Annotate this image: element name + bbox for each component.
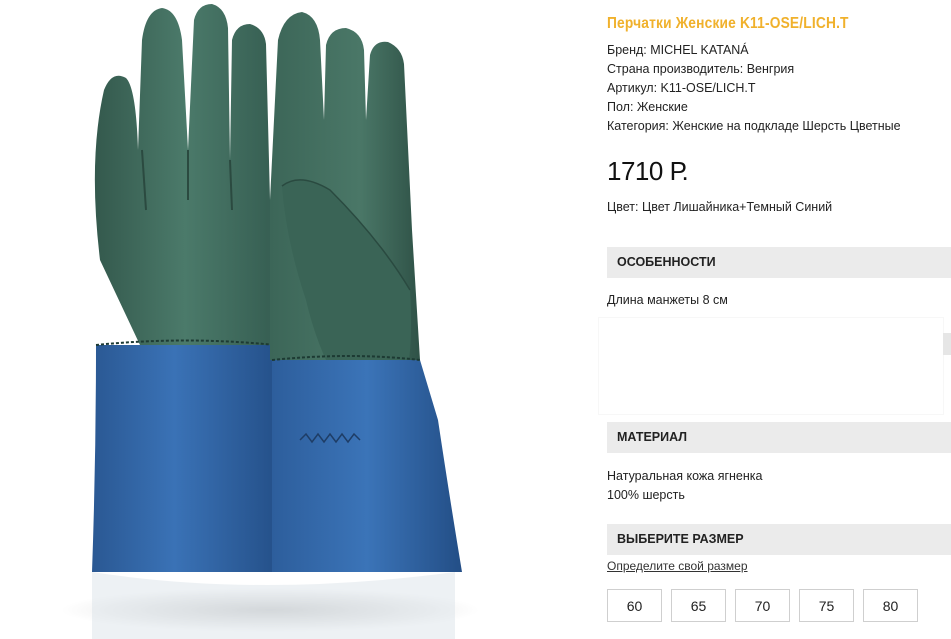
features-text: Длина манжеты 8 см bbox=[607, 293, 728, 307]
category-line: Категория: Женские на подкладе Шерсть Цв… bbox=[607, 119, 901, 133]
gloves-icon bbox=[60, 4, 480, 639]
article-line: Артикул: K11-OSE/LICH.T bbox=[607, 81, 756, 95]
product-price: 1710 Р. bbox=[607, 156, 689, 186]
product-image bbox=[0, 0, 588, 639]
size-option-65[interactable]: 65 bbox=[671, 589, 726, 622]
size-option-60[interactable]: 60 bbox=[607, 589, 662, 622]
size-options: 60 65 70 75 80 bbox=[607, 589, 918, 622]
size-option-75[interactable]: 75 bbox=[799, 589, 854, 622]
material-line-1: Натуральная кожа ягненка bbox=[607, 469, 763, 483]
country-line: Страна производитель: Венгрия bbox=[607, 62, 795, 76]
scroll-tab[interactable] bbox=[943, 333, 951, 355]
material-text: Натуральная кожа ягненка 100% шерсть bbox=[607, 467, 762, 505]
product-title: Перчатки Женские K11-OSE/LICH.T bbox=[607, 15, 849, 32]
features-heading: ОСОБЕННОСТИ bbox=[607, 247, 951, 278]
material-heading: МАТЕРИАЛ bbox=[607, 422, 951, 453]
size-guide-link[interactable]: Определите свой размер bbox=[607, 559, 748, 573]
size-option-80[interactable]: 80 bbox=[863, 589, 918, 622]
brand-line: Бренд: MICHEL KATANÁ bbox=[607, 43, 749, 57]
product-info: Перчатки Женские K11-OSE/LICH.T Бренд: M… bbox=[599, 0, 951, 639]
material-line-2: 100% шерсть bbox=[607, 488, 685, 502]
size-heading: ВЫБЕРИТЕ РАЗМЕР bbox=[607, 524, 951, 555]
product-meta: Бренд: MICHEL KATANÁ Страна производител… bbox=[607, 41, 901, 136]
size-option-70[interactable]: 70 bbox=[735, 589, 790, 622]
blank-panel bbox=[599, 318, 943, 414]
gender-line: Пол: Женские bbox=[607, 100, 688, 114]
color-line: Цвет: Цвет Лишайника+Темный Синий bbox=[607, 200, 833, 214]
